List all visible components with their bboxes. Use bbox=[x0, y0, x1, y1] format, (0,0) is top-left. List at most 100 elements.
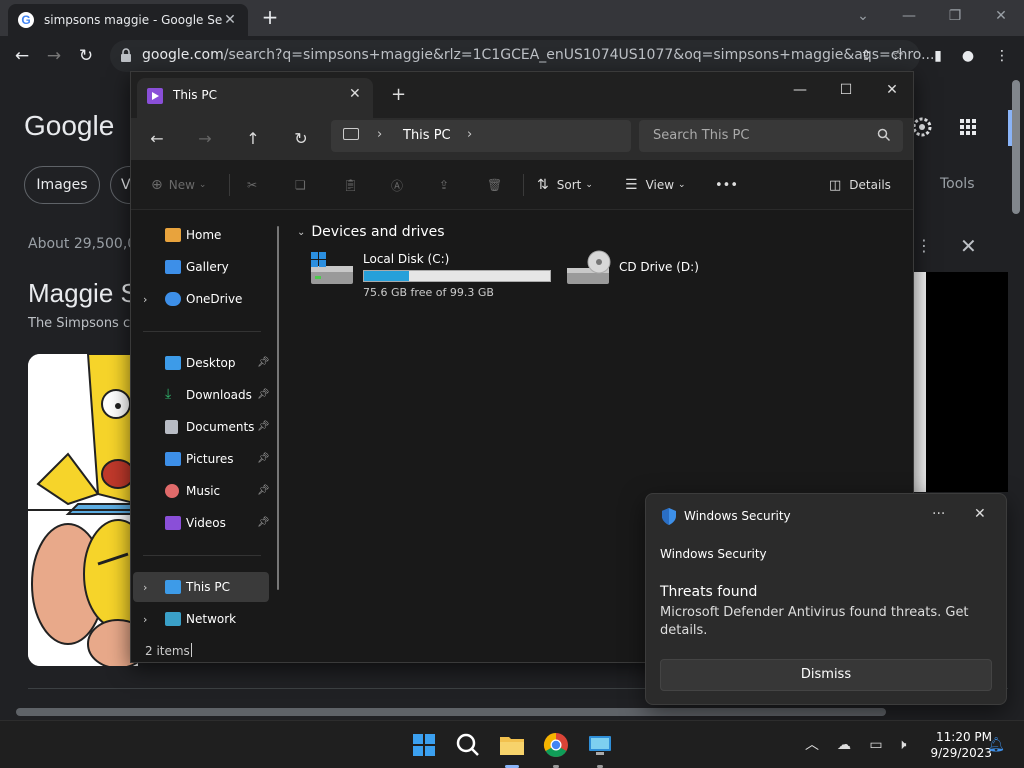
images-chip[interactable]: Images bbox=[24, 166, 100, 204]
breadcrumb-chevron-icon[interactable]: › bbox=[377, 127, 382, 142]
knowledge-heading[interactable]: Maggie S bbox=[28, 278, 138, 309]
drive-cd-d[interactable]: CD Drive (D:) bbox=[565, 250, 735, 296]
paste-icon[interactable]: 📋︎ bbox=[343, 174, 358, 196]
close-panel-icon[interactable]: ✕ bbox=[960, 234, 977, 258]
devices-drives-header[interactable]: ⌄ Devices and drives bbox=[297, 224, 445, 240]
sort-button[interactable]: ⇅ Sort ⌄ bbox=[537, 174, 593, 196]
tab-strip: G simpsons maggie - Google Searc ✕ + ⌄ —… bbox=[0, 0, 1024, 36]
explorer-close-icon[interactable]: ✕ bbox=[877, 78, 907, 102]
explorer-new-tab-button[interactable]: + bbox=[391, 84, 406, 105]
address-bar[interactable]: google.com/search?q=simpsons+maggie&rlz=… bbox=[110, 40, 934, 72]
rename-icon[interactable]: Ⓐ bbox=[391, 174, 403, 196]
browser-tab-title: simpsons maggie - Google Searc bbox=[44, 13, 222, 27]
monitor-app-icon bbox=[589, 736, 611, 755]
more-options-icon[interactable]: ··· bbox=[932, 506, 945, 522]
settings-gear-icon[interactable] bbox=[914, 117, 932, 137]
lock-icon bbox=[121, 48, 131, 62]
profile-icon[interactable]: ● bbox=[958, 46, 978, 66]
chevron-right-icon[interactable]: › bbox=[143, 613, 147, 626]
maggie-image[interactable] bbox=[28, 354, 138, 666]
shield-icon bbox=[662, 508, 676, 525]
minimize-icon[interactable]: — bbox=[898, 6, 920, 26]
chevron-right-icon[interactable]: › bbox=[143, 293, 147, 306]
browser-tab[interactable]: G simpsons maggie - Google Searc ✕ bbox=[8, 4, 248, 36]
chrome-menu-icon[interactable]: ⋮ bbox=[992, 46, 1012, 66]
side-panel-icon[interactable]: ▮ bbox=[928, 46, 948, 66]
explorer-back-icon[interactable]: ← bbox=[143, 126, 171, 152]
windows-security-notification[interactable]: Windows Security ··· ✕ Windows Security … bbox=[645, 493, 1007, 705]
sidebar-item-videos[interactable]: Videos 📌︎ bbox=[133, 508, 270, 538]
new-tab-button[interactable]: + bbox=[258, 6, 282, 30]
new-button[interactable]: ⊕ New ⌄ bbox=[151, 174, 206, 196]
more-vert-icon[interactable]: ⋮ bbox=[916, 236, 932, 255]
show-hidden-icons-chevron-icon[interactable]: ︿ bbox=[802, 735, 822, 755]
drive-usage-bar bbox=[363, 270, 551, 282]
sidebar-item-home[interactable]: Home bbox=[133, 220, 269, 250]
sidebar-item-gallery[interactable]: Gallery bbox=[133, 252, 269, 282]
display-tray-icon[interactable]: ▭ bbox=[866, 735, 886, 755]
share-icon[interactable]: ⇪ bbox=[856, 46, 876, 66]
tools-button[interactable]: Tools bbox=[940, 176, 975, 192]
restore-icon[interactable]: ❐ bbox=[944, 6, 966, 26]
forward-arrow-icon[interactable]: → bbox=[42, 44, 66, 68]
scroll-thumb[interactable] bbox=[1012, 80, 1020, 214]
onedrive-tray-icon[interactable]: ☁ bbox=[834, 735, 854, 755]
close-explorer-tab-icon[interactable]: ✕ bbox=[349, 86, 361, 102]
sidebar-item-network[interactable]: › Network bbox=[133, 604, 269, 634]
share-icon[interactable]: ⇪ bbox=[439, 174, 449, 196]
explorer-address-bar[interactable]: › This PC › bbox=[331, 120, 631, 152]
back-arrow-icon[interactable]: ← bbox=[10, 44, 34, 68]
notification-bell-icon[interactable]: 🔔︎ bbox=[986, 735, 1006, 755]
view-button[interactable]: ☰ View ⌄ bbox=[625, 174, 686, 196]
breadcrumb-this-pc[interactable]: This PC bbox=[403, 128, 451, 143]
sidebar-scrollbar[interactable] bbox=[277, 226, 279, 590]
notification-title: Threats found bbox=[660, 584, 758, 600]
sidebar-item-desktop[interactable]: Desktop 📌︎ bbox=[133, 348, 270, 378]
explorer-up-icon[interactable]: ↑ bbox=[239, 126, 267, 152]
more-options-button[interactable]: ••• bbox=[715, 174, 738, 196]
cut-icon[interactable]: ✂ bbox=[247, 174, 257, 196]
explorer-search-box[interactable]: Search This PC bbox=[639, 120, 903, 152]
tab-search-chevron-icon[interactable]: ⌄ bbox=[852, 6, 874, 26]
explorer-forward-icon[interactable]: → bbox=[191, 126, 219, 152]
delete-icon[interactable]: 🗑︎ bbox=[487, 174, 502, 196]
image-preview-panel[interactable] bbox=[926, 272, 1008, 492]
sidebar-item-pictures[interactable]: Pictures 📌︎ bbox=[133, 444, 270, 474]
chevron-right-icon[interactable]: › bbox=[143, 581, 147, 594]
sidebar-item-this-pc[interactable]: › This PC bbox=[133, 572, 269, 602]
bookmark-star-icon[interactable]: ☆ bbox=[888, 46, 908, 66]
close-window-icon[interactable]: ✕ bbox=[990, 6, 1012, 26]
explorer-titlebar: This PC ✕ + — ☐ ✕ bbox=[131, 72, 913, 118]
remote-desktop-taskbar-button[interactable] bbox=[584, 729, 616, 768]
reload-icon[interactable]: ↻ bbox=[74, 44, 98, 68]
explorer-maximize-icon[interactable]: ☐ bbox=[831, 78, 861, 102]
item-count: 2 items bbox=[145, 644, 190, 658]
vertical-scrollbar[interactable] bbox=[1008, 76, 1024, 704]
horizontal-scrollbar[interactable] bbox=[0, 704, 1008, 720]
sidebar-item-documents[interactable]: Documents 📌︎ bbox=[133, 412, 270, 442]
copy-icon[interactable]: ❏ bbox=[295, 174, 306, 196]
sidebar-item-music[interactable]: Music 📌︎ bbox=[133, 476, 270, 506]
breadcrumb-chevron-icon[interactable]: › bbox=[467, 127, 472, 142]
dismiss-button[interactable]: Dismiss bbox=[660, 659, 992, 691]
system-clock[interactable]: 11:20 PM 9/29/2023 bbox=[918, 729, 992, 761]
file-explorer-taskbar-button[interactable] bbox=[496, 729, 528, 768]
close-tab-icon[interactable]: ✕ bbox=[222, 12, 238, 28]
explorer-refresh-icon[interactable]: ↻ bbox=[287, 126, 315, 152]
drive-local-disk-c[interactable]: Local Disk (C:) 75.6 GB free of 99.3 GB bbox=[309, 250, 559, 299]
google-apps-grid-icon[interactable] bbox=[960, 119, 976, 135]
google-logo[interactable]: Google bbox=[24, 110, 114, 142]
this-pc-tab-icon bbox=[147, 88, 163, 104]
volume-muted-icon[interactable]: 🕨︎ bbox=[892, 735, 912, 755]
chrome-taskbar-button[interactable] bbox=[540, 729, 572, 768]
explorer-minimize-icon[interactable]: — bbox=[785, 78, 815, 102]
sidebar-item-onedrive[interactable]: › OneDrive bbox=[133, 284, 269, 314]
sidebar-item-downloads[interactable]: ⤓ Downloads 📌︎ bbox=[133, 380, 270, 410]
start-button[interactable] bbox=[408, 729, 440, 761]
search-button[interactable] bbox=[452, 729, 484, 761]
navigation-pane: Home Gallery › OneDrive Desktop 📌︎ ⤓ Dow… bbox=[131, 210, 281, 642]
close-notification-icon[interactable]: ✕ bbox=[974, 506, 986, 522]
hscroll-thumb[interactable] bbox=[16, 708, 886, 716]
explorer-tab[interactable]: This PC ✕ bbox=[137, 78, 373, 118]
details-button[interactable]: ◫ Details bbox=[829, 174, 891, 196]
